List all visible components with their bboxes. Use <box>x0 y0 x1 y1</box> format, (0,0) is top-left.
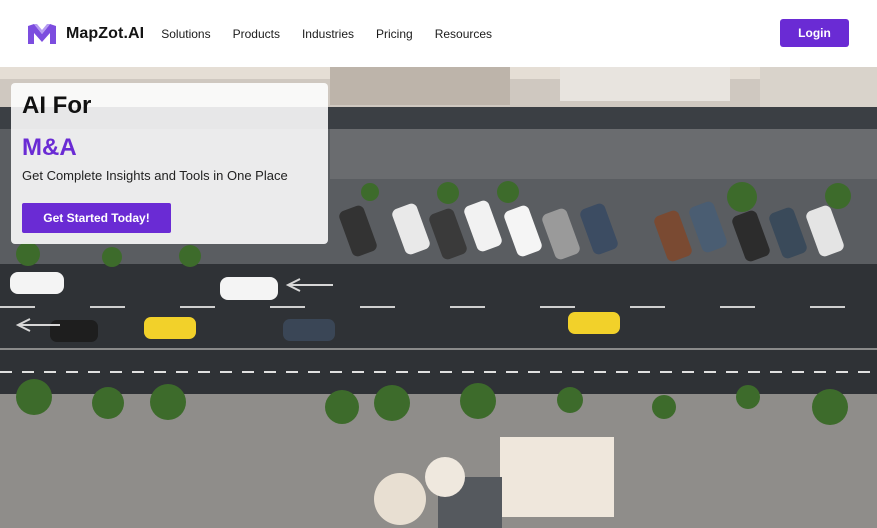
mapzot-logo-icon <box>28 23 56 44</box>
nav-item-pricing[interactable]: Pricing <box>376 27 413 41</box>
hero-card: AI For M&A Get Complete Insights and Too… <box>11 83 328 244</box>
hero-subtitle: Get Complete Insights and Tools in One P… <box>22 168 288 183</box>
nav-item-industries[interactable]: Industries <box>302 27 354 41</box>
top-navbar: MapZot.AI Solutions Products Industries … <box>0 0 877 67</box>
get-started-button[interactable]: Get Started Today! <box>22 203 171 233</box>
brand-name: MapZot.AI <box>66 24 145 42</box>
login-button[interactable]: Login <box>780 19 849 47</box>
hero-title-line1: AI For <box>22 92 92 119</box>
brand[interactable]: MapZot.AI <box>28 23 145 44</box>
nav-item-solutions[interactable]: Solutions <box>161 27 210 41</box>
main-nav: Solutions Products Industries Pricing Re… <box>161 27 492 41</box>
nav-item-products[interactable]: Products <box>233 27 280 41</box>
nav-item-resources[interactable]: Resources <box>435 27 492 41</box>
hero-title-line2: M&A <box>22 134 77 161</box>
